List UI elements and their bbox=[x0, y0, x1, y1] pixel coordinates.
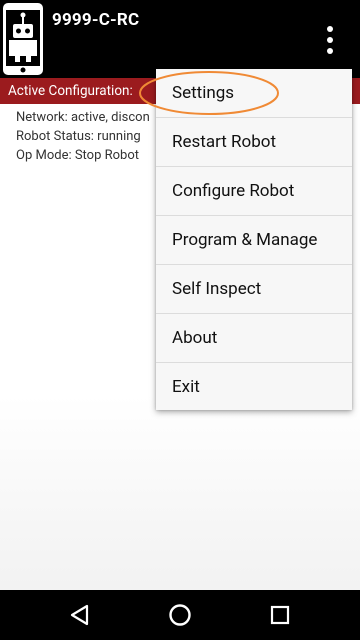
menu-item-configure-robot[interactable]: Configure Robot bbox=[156, 167, 352, 215]
robot-status: Robot Status: running bbox=[16, 129, 141, 144]
network-status: Network: active, discon bbox=[16, 110, 150, 125]
status-area: Network: active, discon Robot Status: ru… bbox=[16, 108, 150, 165]
menu-item-program-manage[interactable]: Program & Manage bbox=[156, 216, 352, 264]
system-nav-bar bbox=[0, 590, 360, 640]
more-vert-icon[interactable] bbox=[322, 24, 338, 56]
op-mode-status: Op Mode: Stop Robot bbox=[16, 148, 140, 163]
home-circle-icon[interactable] bbox=[168, 603, 192, 627]
menu-item-about[interactable]: About bbox=[156, 314, 352, 362]
overflow-menu: Settings Restart Robot Configure Robot P… bbox=[156, 69, 352, 410]
menu-item-restart-robot[interactable]: Restart Robot bbox=[156, 118, 352, 166]
app-bar: 9999-C-RC bbox=[0, 0, 360, 78]
back-triangle-icon[interactable] bbox=[68, 603, 92, 627]
menu-item-exit[interactable]: Exit bbox=[156, 363, 352, 411]
menu-item-settings[interactable]: Settings bbox=[156, 69, 352, 117]
app-title: 9999-C-RC bbox=[52, 10, 140, 30]
recents-square-icon[interactable] bbox=[268, 603, 292, 627]
robot-phone-icon bbox=[3, 3, 43, 75]
active-configuration-label: Active Configuration: bbox=[8, 83, 133, 99]
menu-item-self-inspect[interactable]: Self Inspect bbox=[156, 265, 352, 313]
